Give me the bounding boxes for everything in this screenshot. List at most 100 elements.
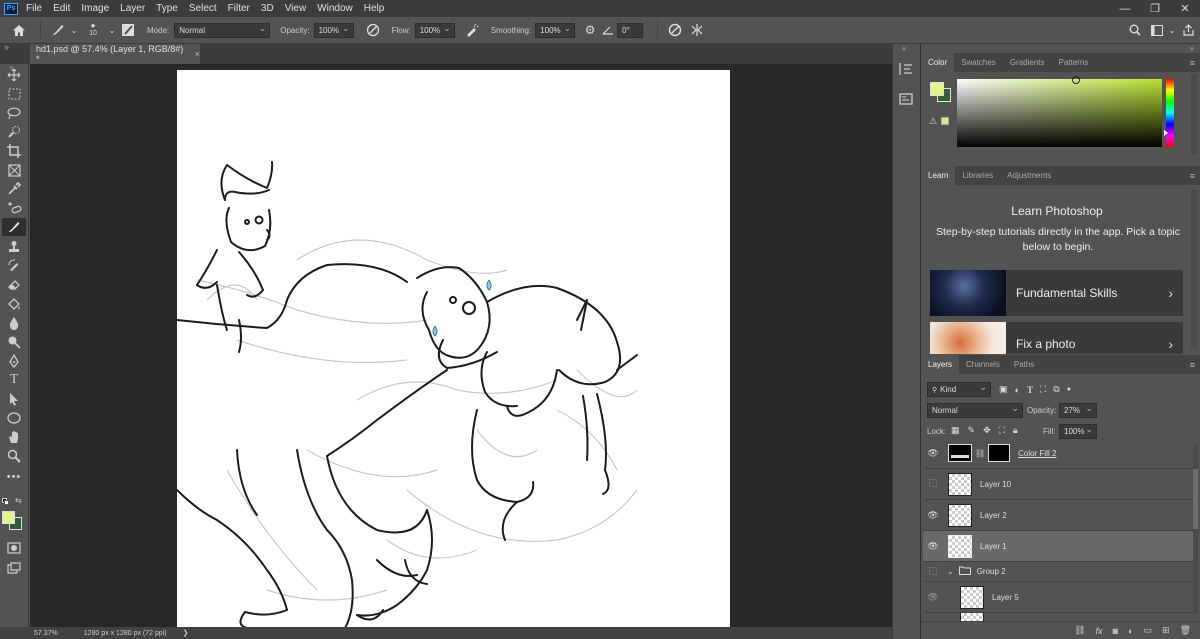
visibility-box[interactable]: [923, 479, 943, 489]
eyedropper-tool-icon[interactable]: [2, 180, 26, 198]
pressure-size-icon[interactable]: [664, 23, 686, 37]
visibility-eye-icon[interactable]: 👁︎: [923, 592, 943, 603]
search-icon[interactable]: [1124, 24, 1146, 36]
panel-foreground-swatch[interactable]: [930, 82, 944, 96]
foreground-color-swatch[interactable]: [2, 511, 15, 524]
tutorial-card-fundamental-skills[interactable]: Fundamental Skills ›: [930, 270, 1183, 316]
properties-panel-icon[interactable]: [899, 92, 913, 108]
zoom-tool-icon[interactable]: [2, 447, 26, 465]
menu-select[interactable]: Select: [189, 3, 217, 14]
color-picker-marker[interactable]: [1072, 76, 1080, 84]
minimize-button[interactable]: —: [1110, 3, 1140, 15]
quick-selection-tool-icon[interactable]: [2, 123, 26, 141]
marquee-tool-icon[interactable]: [2, 85, 26, 103]
adjustment-filter-icon[interactable]: ◐: [1015, 385, 1020, 395]
new-layer-icon[interactable]: ⊞: [1162, 625, 1170, 636]
symmetry-icon[interactable]: [686, 23, 708, 37]
chevron-down-icon[interactable]: ⌄: [947, 567, 954, 576]
chevron-down-icon[interactable]: ⌄: [1168, 26, 1176, 35]
visibility-eye-icon[interactable]: 👁︎: [923, 448, 943, 459]
pixel-filter-icon[interactable]: ▣: [999, 384, 1008, 395]
tab-color[interactable]: Color: [921, 53, 955, 72]
layers-scrollbar[interactable]: [1193, 444, 1198, 614]
chevron-down-icon[interactable]: ⌄: [107, 26, 117, 35]
menu-3d[interactable]: 3D: [261, 3, 274, 14]
flow-field[interactable]: 100%: [414, 22, 455, 38]
chevron-down-icon[interactable]: ⌄: [69, 26, 79, 35]
opacity-field[interactable]: 100%: [313, 22, 354, 38]
panel-scrollbar[interactable]: [1191, 74, 1197, 154]
layer-row-layer-2[interactable]: 👁︎ Layer 2: [923, 500, 1193, 531]
type-tool-icon[interactable]: T: [2, 371, 26, 389]
frame-tool-icon[interactable]: [2, 161, 26, 179]
screen-mode-icon[interactable]: [2, 559, 26, 577]
scrollbar-thumb[interactable]: [1193, 469, 1198, 529]
layer-row-partial[interactable]: [923, 613, 1193, 621]
collapse-icon[interactable]: »: [4, 42, 9, 52]
menu-file[interactable]: File: [26, 3, 42, 14]
panel-scrollbar[interactable]: [1191, 189, 1197, 349]
menu-filter[interactable]: Filter: [228, 3, 250, 14]
home-icon[interactable]: [4, 24, 34, 37]
brush-preset-picker[interactable]: ● 10: [79, 22, 107, 38]
tutorial-card-fix-a-photo[interactable]: Fix a photo ›: [930, 322, 1183, 354]
visibility-eye-icon[interactable]: 👁︎: [923, 541, 943, 552]
layer-style-icon[interactable]: fx: [1096, 626, 1103, 636]
adjustment-layer-icon[interactable]: ◐: [1128, 626, 1133, 636]
tab-swatches[interactable]: Swatches: [954, 53, 1003, 72]
fill-field[interactable]: 100%: [1059, 424, 1097, 439]
delete-layer-icon[interactable]: 🗑︎: [1180, 625, 1191, 636]
collapse-icon[interactable]: »: [1190, 44, 1194, 53]
move-tool-icon[interactable]: [2, 66, 26, 84]
menu-layer[interactable]: Layer: [120, 3, 145, 14]
quick-mask-icon[interactable]: [2, 539, 26, 557]
path-selection-tool-icon[interactable]: [2, 390, 26, 408]
status-arrow-icon[interactable]: ❯: [183, 629, 189, 637]
history-panel-icon[interactable]: [899, 62, 913, 78]
filter-toggle-icon[interactable]: ●: [1067, 386, 1071, 393]
hue-slider-handle-icon[interactable]: [1164, 130, 1168, 136]
document-tab[interactable]: hd1.psd @ 57.4% (Layer 1, RGB/8#) * ×: [30, 44, 200, 64]
tab-gradients[interactable]: Gradients: [1003, 53, 1052, 72]
blur-tool-icon[interactable]: [2, 314, 26, 332]
close-tab-icon[interactable]: ×: [195, 49, 200, 59]
hand-tool-icon[interactable]: [2, 428, 26, 446]
brush-tool-icon[interactable]: [47, 23, 69, 37]
swap-colors-icon[interactable]: ⇆: [15, 496, 22, 505]
layer-row-color-fill-2[interactable]: 👁︎ ⛓︎ Color Fill 2: [923, 438, 1193, 469]
link-layers-icon[interactable]: ⛓︎: [1074, 625, 1085, 636]
pen-tool-icon[interactable]: [2, 352, 26, 370]
tab-adjustments[interactable]: Adjustments: [1000, 166, 1058, 185]
angle-field[interactable]: 0°: [617, 22, 644, 38]
pressure-opacity-icon[interactable]: [360, 23, 386, 37]
add-mask-icon[interactable]: ◙: [1113, 626, 1118, 636]
menu-help[interactable]: Help: [364, 3, 385, 14]
smoothing-field[interactable]: 100%: [535, 22, 576, 38]
visibility-box[interactable]: [923, 566, 943, 577]
blend-mode-dropdown[interactable]: Normal: [927, 403, 1023, 418]
panel-menu-icon[interactable]: ≡: [1190, 58, 1195, 68]
close-window-button[interactable]: ✕: [1170, 2, 1200, 15]
share-icon[interactable]: [1176, 24, 1200, 36]
layer-row-layer-10[interactable]: Layer 10: [923, 469, 1193, 500]
zoom-level[interactable]: 57.37%: [34, 630, 58, 637]
tab-learn[interactable]: Learn: [921, 166, 956, 185]
lock-artboard-icon[interactable]: ⛶: [999, 425, 1005, 436]
layer-filter-dropdown[interactable]: ⚲ Kind: [927, 382, 991, 397]
airbrush-icon[interactable]: [459, 23, 485, 37]
healing-brush-tool-icon[interactable]: [2, 199, 26, 217]
workspace-icon[interactable]: [1146, 24, 1168, 36]
canvas-area[interactable]: [30, 64, 892, 627]
collapse-icon[interactable]: «: [902, 44, 906, 53]
color-field[interactable]: [957, 79, 1162, 147]
mode-dropdown[interactable]: Normal: [174, 22, 271, 38]
panel-menu-icon[interactable]: ≡: [1190, 360, 1195, 370]
menu-edit[interactable]: Edit: [53, 3, 70, 14]
history-brush-tool-icon[interactable]: [2, 257, 26, 275]
smart-object-filter-icon[interactable]: ⧉: [1053, 384, 1059, 395]
menu-view[interactable]: View: [285, 3, 307, 14]
shape-filter-icon[interactable]: ⛶: [1040, 384, 1046, 395]
layer-row-group-2[interactable]: ⌄ Group 2: [923, 562, 1193, 582]
lock-position-icon[interactable]: ✥: [983, 425, 991, 436]
lock-transparent-icon[interactable]: ▦: [951, 425, 960, 436]
